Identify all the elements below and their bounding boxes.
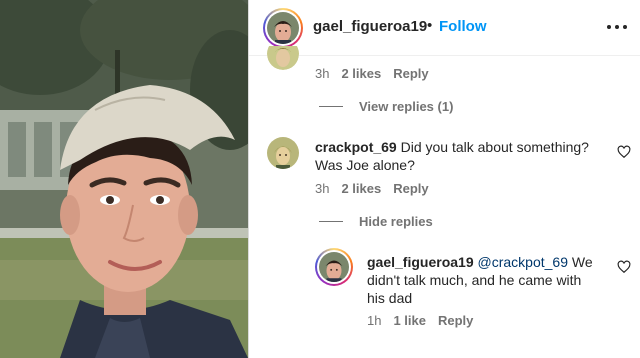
commenter-avatar[interactable] [267, 46, 299, 70]
reply-button[interactable]: Reply [393, 181, 428, 196]
reply-time: 1h [367, 313, 382, 328]
reply-text-line2: didn't talk much, and he came with [367, 272, 582, 288]
post-photo [0, 0, 248, 358]
comments-panel: gael_figueroa19 • Follow 3h 2 likes Reply … [249, 0, 640, 358]
follow-button[interactable]: Follow [439, 18, 487, 35]
more-options-icon[interactable] [605, 14, 629, 38]
reply-likes[interactable]: 1 like [393, 313, 426, 328]
view-replies-label: View replies (1) [359, 99, 454, 114]
replies-line [319, 106, 343, 107]
commenter-username[interactable]: crackpot_69 [315, 139, 397, 155]
view-replies-button[interactable]: View replies (1) [319, 99, 453, 114]
comment-time: 3h [315, 66, 330, 81]
post-header: gael_figueroa19 • Follow [249, 0, 640, 56]
reply-body: gael_figueroa19 @crackpot_69 We didn't t… [367, 253, 607, 307]
like-heart-icon[interactable] [617, 145, 631, 159]
author-username[interactable]: gael_figueroa19 [313, 18, 427, 35]
reply-meta: 1h 1 like Reply [367, 313, 473, 328]
comment-text-line1: Did you talk about something? [400, 139, 589, 155]
reply-author-avatar[interactable] [315, 248, 353, 286]
comment-time: 3h [315, 181, 330, 196]
author-avatar[interactable] [263, 8, 303, 48]
replies-line [319, 221, 343, 222]
reply-mention[interactable]: @crackpot_69 [478, 254, 568, 270]
hide-replies-label: Hide replies [359, 214, 433, 229]
reply-text-line3: his dad [367, 290, 413, 306]
comment-text-line2: Was Joe alone? [315, 157, 415, 173]
reply-text-line1: We [571, 254, 593, 270]
comment-meta: 3h 2 likes Reply [315, 66, 429, 81]
commenter-avatar[interactable] [267, 137, 299, 169]
reply-username[interactable]: gael_figueroa19 [367, 254, 474, 270]
hide-replies-button[interactable]: Hide replies [319, 214, 433, 229]
header-separator: • [427, 17, 433, 34]
reply-button[interactable]: Reply [438, 313, 473, 328]
reply-button[interactable]: Reply [393, 66, 428, 81]
like-heart-icon[interactable] [617, 260, 631, 274]
comment-meta: 3h 2 likes Reply [315, 181, 429, 196]
comment-likes[interactable]: 2 likes [341, 181, 381, 196]
comment-body: crackpot_69 Did you talk about something… [315, 138, 605, 174]
comment-likes[interactable]: 2 likes [341, 66, 381, 81]
